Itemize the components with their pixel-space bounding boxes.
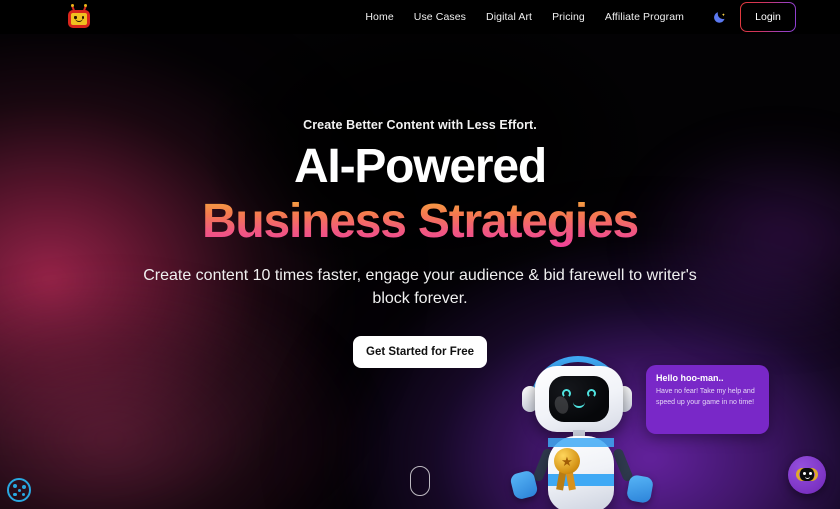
site-header: Home Use Cases Digital Art Pricing Affil… [0,0,840,34]
chat-icon-mouth [804,476,810,479]
mascot-face-screen [549,376,609,422]
chat-bubble-body: Have no fear! Take my help and speed up … [656,388,755,406]
cookie-dot [21,492,25,496]
mascot-eye-right [587,389,596,398]
hero-headline-line2: Business Strategies [0,195,840,249]
medal-star: ★ [561,453,573,469]
main-navigation: Home Use Cases Digital Art Pricing Affil… [355,2,840,32]
hero-eyebrow: Create Better Content with Less Effort. [303,118,537,132]
mascot-hand-right [625,474,655,504]
award-star-icon: ★ [552,446,582,491]
login-button-label: Login [755,11,781,23]
mascot-mouth [573,401,585,408]
logo-head [68,10,90,28]
logo-antenna-dot-left [71,4,74,7]
crescent-moon-icon [713,11,725,23]
theme-toggle-button[interactable] [706,4,732,30]
get-started-button[interactable]: Get Started for Free [353,336,487,368]
scroll-down-mouse-icon[interactable] [410,466,430,496]
cookie-icon[interactable] [7,478,31,502]
cookie-dot [18,489,21,492]
medal-badge: ★ [554,448,580,474]
chat-bubble-title: Hello hoo-man.. [656,373,724,383]
nav-item-pricing[interactable]: Pricing [542,11,595,23]
robot-logo-icon [66,4,92,29]
nav-item-affiliate-program[interactable]: Affiliate Program [595,11,694,23]
mascot-chat-bubble: Hello hoo-man.. Have no fear! Take my he… [646,365,769,434]
chat-widget-button[interactable] [788,456,826,494]
nav-item-digital-art[interactable]: Digital Art [476,11,542,23]
logo-smile [75,18,83,22]
logo-link[interactable] [62,3,96,31]
landing-page: Home Use Cases Digital Art Pricing Affil… [0,0,840,509]
login-button[interactable]: Login [740,2,796,32]
cookie-dot [13,492,17,496]
nav-item-home[interactable]: Home [355,11,403,23]
cookie-dot [13,484,17,488]
logo-antenna-dot-right [84,4,87,7]
robot-mascot-icon: ★ [500,352,670,509]
robot-chat-icon [796,467,818,483]
nav-item-use-cases[interactable]: Use Cases [404,11,476,23]
chat-icon-eye-right [808,471,812,475]
chat-icon-eye-left [802,471,806,475]
chat-icon-face [800,468,814,481]
hero-subtitle: Create content 10 times faster, engage y… [143,267,697,308]
hero-headline-line1: AI-Powered [293,140,547,193]
cookie-dot [22,485,26,489]
